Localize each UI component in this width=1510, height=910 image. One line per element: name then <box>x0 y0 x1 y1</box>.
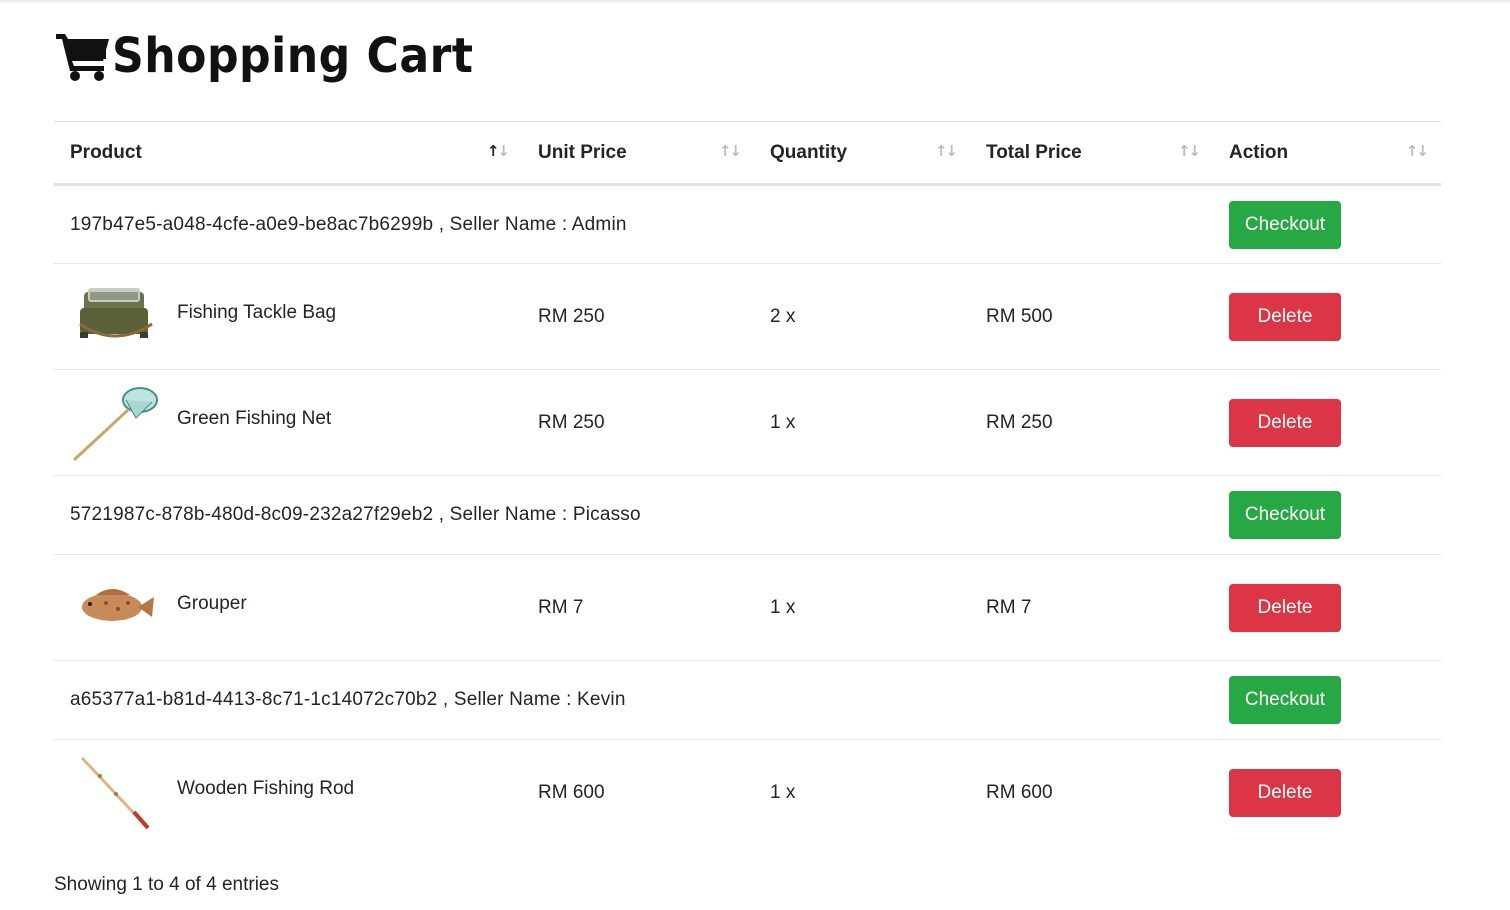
table-header-row: Product ↑↓ Unit Price ↑↓ Quantity ↑↓ Tot… <box>54 121 1441 186</box>
quantity: 1 x <box>770 781 796 803</box>
delete-button[interactable]: Delete <box>1229 292 1341 341</box>
product-name: Fishing Tackle Bag <box>177 301 337 323</box>
table-row: Green Fishing Net RM 250 1 x RM 250 Dele… <box>54 369 1441 476</box>
quantity: 2 x <box>754 263 970 370</box>
table-row: Fishing Tackle Bag RM 250 2 x RM 500 Del… <box>54 263 1441 370</box>
grouper-fish-image <box>82 588 154 621</box>
column-header-total-price[interactable]: Total Price ↑↓ <box>970 121 1213 186</box>
table-info: Showing 1 to 4 of 4 entries <box>54 874 279 895</box>
column-header-quantity[interactable]: Quantity ↑↓ <box>754 121 970 186</box>
column-label: Total Price <box>986 141 1082 163</box>
unit-price: RM 600 <box>538 781 605 803</box>
product-name: Grouper <box>177 592 247 614</box>
column-header-action[interactable]: Action ↑↓ <box>1213 121 1441 186</box>
seller-info: a65377a1-b81d-4413-8c71-1c14072c70b2 , S… <box>70 689 626 710</box>
column-label: Quantity <box>770 141 848 163</box>
page-header: Shopping Cart <box>54 24 505 88</box>
sort-icon[interactable]: ↑↓ <box>719 142 742 160</box>
sort-icon[interactable]: ↑↓ <box>1178 142 1201 160</box>
fishing-net-image <box>72 386 158 461</box>
seller-row: a65377a1-b81d-4413-8c71-1c14072c70b2 , S… <box>54 660 1441 740</box>
delete-button[interactable]: Delete <box>1229 768 1341 817</box>
total-price: RM 7 <box>970 554 1213 661</box>
table-row: Grouper RM 7 1 x RM 7 Delete <box>54 554 1441 661</box>
product-name: Wooden Fishing Rod <box>177 777 355 799</box>
fishing-rod-image <box>80 756 150 830</box>
quantity: 1 x <box>754 554 970 661</box>
quantity: 1 x <box>754 369 970 476</box>
total-price: RM 250 <box>970 369 1213 476</box>
seller-row: 197b47e5-a048-4cfe-a0e9-be8ac7b6299b , S… <box>54 184 1441 264</box>
checkout-button[interactable]: Checkout <box>1229 676 1341 724</box>
sort-icon[interactable]: ↑↓ <box>487 142 510 160</box>
sort-icon[interactable]: ↑↓ <box>1406 142 1429 160</box>
top-shadow-bar <box>0 0 1510 4</box>
total-price: RM 500 <box>970 263 1213 370</box>
tackle-bag-image <box>79 287 153 338</box>
column-header-product[interactable]: Product ↑↓ <box>54 121 522 186</box>
checkout-button[interactable]: Checkout <box>1229 491 1341 539</box>
seller-info: 197b47e5-a048-4cfe-a0e9-be8ac7b6299b , S… <box>70 213 627 235</box>
total-price: RM 600 <box>986 781 1053 803</box>
column-label: Product <box>70 141 142 163</box>
shopping-cart-icon <box>56 34 109 81</box>
table-row: Wooden Fishing Rod RM 600 1 x RM 600 Del… <box>54 740 1441 846</box>
checkout-button[interactable]: Checkout <box>1229 200 1341 249</box>
unit-price: RM 250 <box>522 263 754 370</box>
unit-price: RM 250 <box>522 369 754 476</box>
sort-icon[interactable]: ↑↓ <box>935 142 958 160</box>
delete-button[interactable]: Delete <box>1229 583 1341 632</box>
cart-table: Product ↑↓ Unit Price ↑↓ Quantity ↑↓ Tot… <box>54 121 1441 846</box>
product-name: Green Fishing Net <box>177 407 332 429</box>
page-title: Shopping Cart <box>112 28 474 84</box>
column-label: Action <box>1229 141 1289 163</box>
column-label: Unit Price <box>538 141 627 163</box>
seller-row: 5721987c-878b-480d-8c09-232a27f29eb2 , S… <box>54 475 1441 555</box>
delete-button[interactable]: Delete <box>1229 398 1341 447</box>
unit-price: RM 7 <box>522 554 754 661</box>
seller-info: 5721987c-878b-480d-8c09-232a27f29eb2 , S… <box>70 504 641 525</box>
column-header-unit-price[interactable]: Unit Price ↑↓ <box>522 121 754 186</box>
